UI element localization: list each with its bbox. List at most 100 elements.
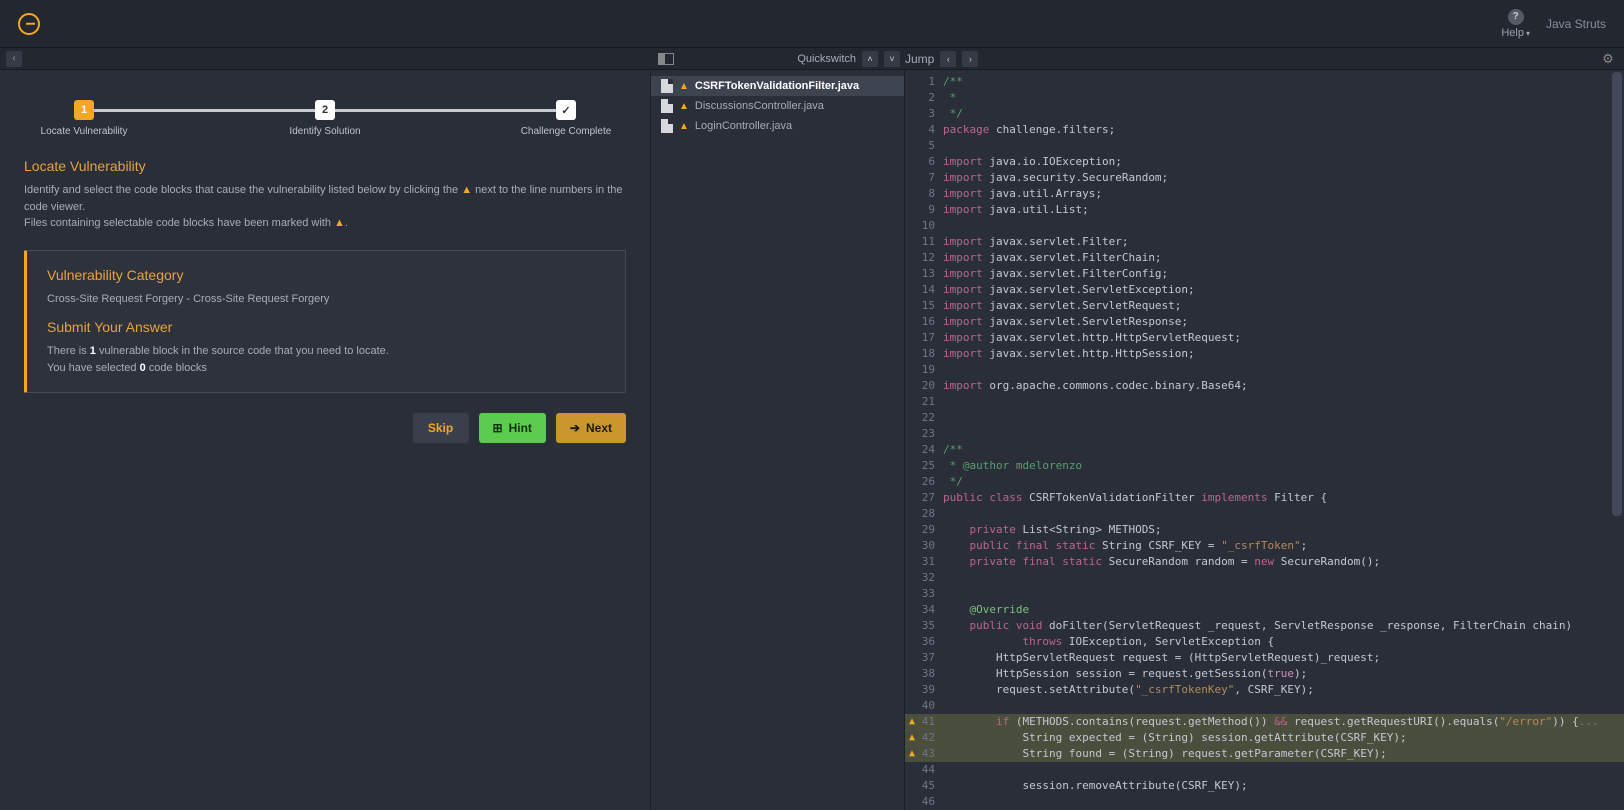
subbar-center: Quickswitch ˄ ˅ [658,48,900,69]
skip-button[interactable]: Skip [413,413,469,443]
warning-icon: ▲ [679,81,689,92]
progress-step-1-label: Locate Vulnerability [41,126,128,137]
code-line: 39 request.setAttribute("_csrfTokenKey",… [905,682,1624,698]
line-number: 22 [919,410,943,426]
line-number: 42 [919,730,943,746]
jump-prev-button[interactable]: ‹ [940,51,956,67]
quickswitch-down-button[interactable]: ˅ [884,51,900,67]
progress-step-3[interactable]: ✓ [556,100,576,120]
line-number: 44 [919,762,943,778]
code-text: import java.util.List; [943,202,1624,218]
warning-icon: ▲ [461,184,472,196]
file-tree-item[interactable]: ▲ DiscussionsController.java [651,96,904,116]
line-number: 10 [919,218,943,234]
code-line: 30 public final static String CSRF_KEY =… [905,538,1624,554]
code-text: import javax.servlet.http.HttpSession; [943,346,1624,362]
line-number: 33 [919,586,943,602]
panel-back-button[interactable]: ‹ [6,51,22,67]
file-tree-item[interactable]: ▲ CSRFTokenValidationFilter.java [651,76,904,96]
file-name: CSRFTokenValidationFilter.java [695,80,859,92]
instruction-panel: 1 Locate Vulnerability 2 Identify Soluti… [0,70,650,810]
line-number: 27 [919,490,943,506]
quickswitch-label: Quickswitch [797,53,856,65]
line-number: 25 [919,458,943,474]
code-line: 24/** [905,442,1624,458]
line-number: 37 [919,650,943,666]
submit-line-1: There is 1 vulnerable block in the sourc… [47,343,605,360]
code-text: HttpSession session = request.getSession… [943,666,1624,682]
code-text: request.setAttribute("_csrfTokenKey", CS… [943,682,1624,698]
file-tree-item[interactable]: ▲ LoginController.java [651,116,904,136]
hint-button[interactable]: ⊞Hint [479,413,546,443]
quickswitch-up-button[interactable]: ˄ [862,51,878,67]
code-text: * @author mdelorenzo [943,458,1624,474]
code-text: import java.io.IOException; [943,154,1624,170]
code-text: public class CSRFTokenValidationFilter i… [943,490,1624,506]
code-line: 13import javax.servlet.FilterConfig; [905,266,1624,282]
code-line: 4package challenge.filters; [905,122,1624,138]
line-number: 21 [919,394,943,410]
next-button[interactable]: ➔Next [556,413,626,443]
code-line: 9import java.util.List; [905,202,1624,218]
code-line: 16import javax.servlet.ServletResponse; [905,314,1624,330]
line-number: 4 [919,122,943,138]
code-text: import javax.servlet.ServletException; [943,282,1624,298]
project-title: Java Struts [1546,17,1606,31]
progress-tracker: 1 Locate Vulnerability 2 Identify Soluti… [84,100,566,140]
progress-step-3-label: Challenge Complete [521,126,612,137]
file-name: DiscussionsController.java [695,100,824,112]
code-line: 10 [905,218,1624,234]
line-number: 34 [919,602,943,618]
jump-controls: Jump ‹ › [905,51,978,67]
code-line: 25 * @author mdelorenzo [905,458,1624,474]
code-line: 40 [905,698,1624,714]
help-menu[interactable]: ? Help▾ [1501,9,1530,39]
line-number: 17 [919,330,943,346]
code-line: 34 @Override [905,602,1624,618]
scrollbar[interactable] [1612,72,1622,516]
progress-step-2[interactable]: 2 [315,100,335,120]
code-text: import javax.servlet.ServletResponse; [943,314,1624,330]
warning-icon: ▲ [679,121,689,132]
panel-toggle-icon[interactable] [658,53,674,65]
code-line[interactable]: ▲43 String found = (String) request.getP… [905,746,1624,762]
code-text: @Override [943,602,1624,618]
warning-icon: ▲ [679,101,689,112]
file-name: LoginController.java [695,120,792,132]
code-line: 6import java.io.IOException; [905,154,1624,170]
jump-next-button[interactable]: › [962,51,978,67]
line-warning-icon[interactable]: ▲ [905,746,919,762]
line-warning-icon[interactable]: ▲ [905,714,919,730]
code-line: 29 private List<String> METHODS; [905,522,1624,538]
settings-gear-icon[interactable]: ⚙ [1600,51,1616,67]
code-line[interactable]: ▲41 if (METHODS.contains(request.getMeth… [905,714,1624,730]
line-warning-icon[interactable]: ▲ [905,730,919,746]
progress-step-1[interactable]: 1 [74,100,94,120]
code-viewer[interactable]: 1/**2 *3 */4package challenge.filters;56… [905,70,1624,810]
code-line: 7import java.security.SecureRandom; [905,170,1624,186]
code-text: package challenge.filters; [943,122,1624,138]
code-line: 18import javax.servlet.http.HttpSession; [905,346,1624,362]
code-line: 26 */ [905,474,1624,490]
code-line: 38 HttpSession session = request.getSess… [905,666,1624,682]
app-logo-icon[interactable] [18,13,40,35]
line-number: 19 [919,362,943,378]
file-icon [661,99,673,113]
code-text: import javax.servlet.FilterChain; [943,250,1624,266]
line-number: 29 [919,522,943,538]
file-tree: ▲ CSRFTokenValidationFilter.java ▲ Discussi… [650,70,905,810]
code-text: String found = (String) request.getParam… [943,746,1624,762]
code-line: 12import javax.servlet.FilterChain; [905,250,1624,266]
code-line[interactable]: ▲42 String expected = (String) session.g… [905,730,1624,746]
code-text: session.removeAttribute(CSRF_KEY); [943,778,1624,794]
line-number: 3 [919,106,943,122]
category-title: Vulnerability Category [47,267,605,283]
caret-down-icon: ▾ [1526,29,1530,38]
line-number: 7 [919,170,943,186]
code-line: 33 [905,586,1624,602]
code-line: 32 [905,570,1624,586]
main: 1 Locate Vulnerability 2 Identify Soluti… [0,70,1624,810]
grid-icon: ⊞ [493,421,503,435]
line-number: 46 [919,794,943,810]
code-text: String expected = (String) session.getAt… [943,730,1624,746]
